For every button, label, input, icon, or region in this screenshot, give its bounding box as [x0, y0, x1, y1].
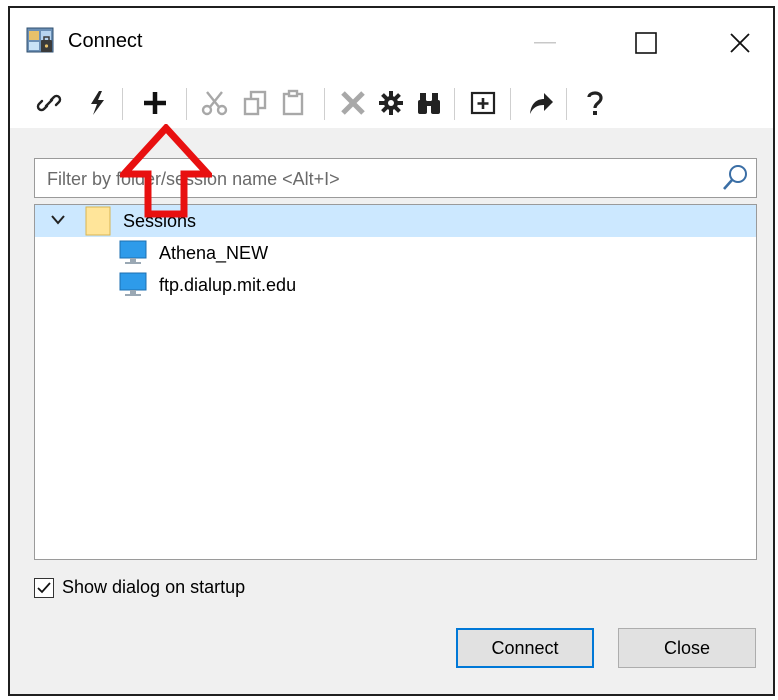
connect-button[interactable]: Connect: [456, 628, 594, 668]
app-icon: [26, 27, 54, 53]
maximize-button[interactable]: [616, 8, 676, 78]
new-session-button[interactable]: [138, 86, 172, 120]
monitor-icon: [119, 240, 147, 264]
new-folder-icon: [470, 91, 496, 115]
link-button[interactable]: [32, 86, 66, 120]
close-window-button[interactable]: [710, 8, 770, 78]
maximize-icon: [635, 32, 657, 54]
delete-icon: [341, 91, 365, 115]
tree-session-item[interactable]: ftp.dialup.mit.edu: [35, 269, 756, 301]
link-icon: [36, 94, 62, 112]
properties-gear-icon: [379, 91, 403, 115]
lightning-icon: [91, 91, 104, 115]
share-button[interactable]: [524, 86, 558, 120]
session-tree: Sessions Athena_NEW ftp.dialup.mit.edu: [34, 204, 757, 560]
paste-icon: [282, 89, 304, 116]
add-icon: [144, 92, 166, 114]
cut-icon: [201, 91, 228, 116]
new-folder-button[interactable]: [466, 86, 500, 120]
folder-icon: [85, 206, 111, 236]
tree-session-item[interactable]: Athena_NEW: [35, 237, 756, 269]
title-bar: Connect: [10, 8, 773, 78]
show-dialog-label: Show dialog on startup: [62, 577, 246, 597]
cut-button[interactable]: [198, 86, 232, 120]
session-label: ftp.dialup.mit.edu: [159, 275, 297, 295]
copy-icon: [243, 90, 267, 116]
close-icon: [730, 33, 750, 53]
paste-button[interactable]: [276, 86, 310, 120]
help-icon: [587, 91, 603, 115]
minimize-button[interactable]: [515, 8, 575, 78]
window-title: Connect: [68, 30, 143, 52]
quick-connect-button[interactable]: [80, 86, 114, 120]
chevron-down-icon[interactable]: [51, 214, 65, 226]
connect-dialog: Connect Filter by folder/session name <A…: [8, 6, 775, 696]
copy-button[interactable]: [238, 86, 272, 120]
toolbar: [10, 78, 773, 128]
highlight-up-arrow-icon: [120, 124, 212, 218]
find-binoculars-icon: [418, 93, 440, 114]
search-icon[interactable]: [720, 163, 750, 193]
checkmark-icon: [37, 582, 51, 594]
properties-button[interactable]: [374, 86, 408, 120]
minimize-icon: [534, 42, 556, 44]
show-dialog-checkbox[interactable]: [34, 578, 54, 598]
close-button[interactable]: Close: [618, 628, 756, 668]
delete-button[interactable]: [336, 86, 370, 120]
find-button[interactable]: [412, 86, 446, 120]
session-label: Athena_NEW: [159, 243, 269, 263]
help-button[interactable]: [578, 86, 612, 120]
share-arrow-icon: [530, 93, 553, 114]
monitor-icon: [119, 272, 147, 296]
